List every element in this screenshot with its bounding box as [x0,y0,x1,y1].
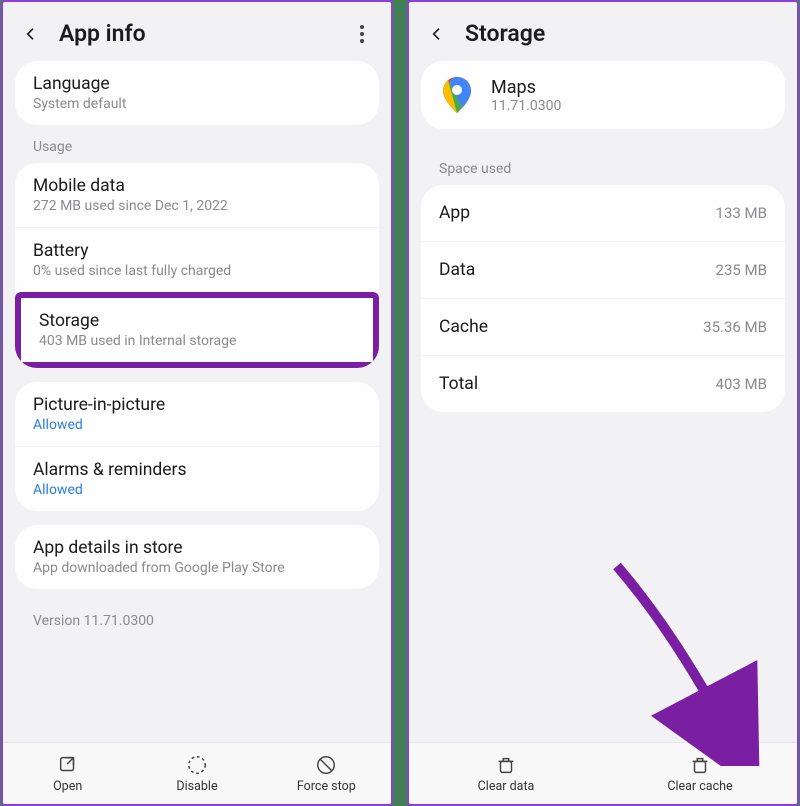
bottom-bar: Clear data Clear cache [409,742,797,804]
open-icon [57,754,79,776]
label: Mobile data [33,176,361,196]
maps-app-icon [437,75,477,115]
card-language: Language System default [15,61,379,125]
label: Clear cache [667,779,732,794]
back-icon[interactable] [427,24,447,44]
app-version: 11.71.0300 [491,98,561,114]
card-space: App 133 MB Data 235 MB Cache 35.36 MB To… [421,185,785,412]
row-pip[interactable]: Picture-in-picture Allowed [15,382,379,446]
v: 133 MB [716,204,767,222]
label: Clear data [478,779,535,794]
row-app-size: App 133 MB [421,185,785,241]
bottom-bar: Open Disable Force stop [3,742,391,804]
k: Total [439,374,478,394]
left-screenshot: App info Language System default Usage M… [1,0,393,806]
scroll-area: Maps 11.71.0300 Space used App 133 MB Da… [409,61,797,742]
row-storage[interactable]: Storage 403 MB used in Internal storage [21,298,373,362]
disable-icon [186,754,208,776]
label: Force stop [297,779,356,794]
disable-button[interactable]: Disable [132,743,261,804]
sublabel: 272 MB used since Dec 1, 2022 [33,198,361,214]
row-alarms[interactable]: Alarms & reminders Allowed [15,446,379,511]
k: App [439,203,470,223]
trash-icon [689,754,711,776]
card-details: App details in store App downloaded from… [15,525,379,589]
header: App info [3,2,391,61]
sublabel: App downloaded from Google Play Store [33,560,361,576]
v: 235 MB [716,261,767,279]
sublabel: 0% used since last fully charged [33,263,361,279]
sublabel: Allowed [33,417,361,433]
highlight-storage: Storage 403 MB used in Internal storage [15,292,379,368]
row-total-size: Total 403 MB [421,355,785,412]
label: Storage [39,311,355,331]
label: Open [53,779,82,794]
header: Storage [409,2,797,61]
label: Battery [33,241,361,261]
row-data-size: Data 235 MB [421,241,785,298]
row-language[interactable]: Language System default [15,61,379,125]
app-name: Maps [491,77,561,98]
k: Cache [439,317,488,337]
page-title: Storage [465,20,779,47]
label: App details in store [33,538,361,558]
app-header-row: Maps 11.71.0300 [421,61,785,129]
sublabel: 403 MB used in Internal storage [39,333,355,349]
sublabel: Allowed [33,482,361,498]
force-stop-icon [315,754,337,776]
section-space-used: Space used [421,161,785,185]
label: Language [33,74,361,94]
more-icon[interactable] [351,23,373,45]
v: 35.36 MB [703,318,767,336]
label: Alarms & reminders [33,460,361,480]
row-mobile-data[interactable]: Mobile data 272 MB used since Dec 1, 202… [15,163,379,227]
right-screenshot: Storage Maps 11.71.0300 Space used App [407,0,799,806]
clear-data-button[interactable]: Clear data [409,743,603,804]
card-usage: Mobile data 272 MB used since Dec 1, 202… [15,163,379,368]
card-misc: Picture-in-picture Allowed Alarms & remi… [15,382,379,511]
row-app-details[interactable]: App details in store App downloaded from… [15,525,379,589]
clear-cache-button[interactable]: Clear cache [603,743,797,804]
v: 403 MB [716,375,767,393]
back-icon[interactable] [21,24,41,44]
sublabel: System default [33,96,361,112]
row-cache-size: Cache 35.36 MB [421,298,785,355]
label: Disable [176,779,217,794]
open-button[interactable]: Open [3,743,132,804]
force-stop-button[interactable]: Force stop [262,743,391,804]
label: Picture-in-picture [33,395,361,415]
section-usage: Usage [15,139,379,163]
version-text: Version 11.71.0300 [15,603,379,635]
trash-icon [495,754,517,776]
scroll-area: Language System default Usage Mobile dat… [3,61,391,742]
app-meta: Maps 11.71.0300 [491,77,561,114]
row-battery[interactable]: Battery 0% used since last fully charged [15,227,379,292]
k: Data [439,260,475,280]
page-title: App info [59,20,333,47]
